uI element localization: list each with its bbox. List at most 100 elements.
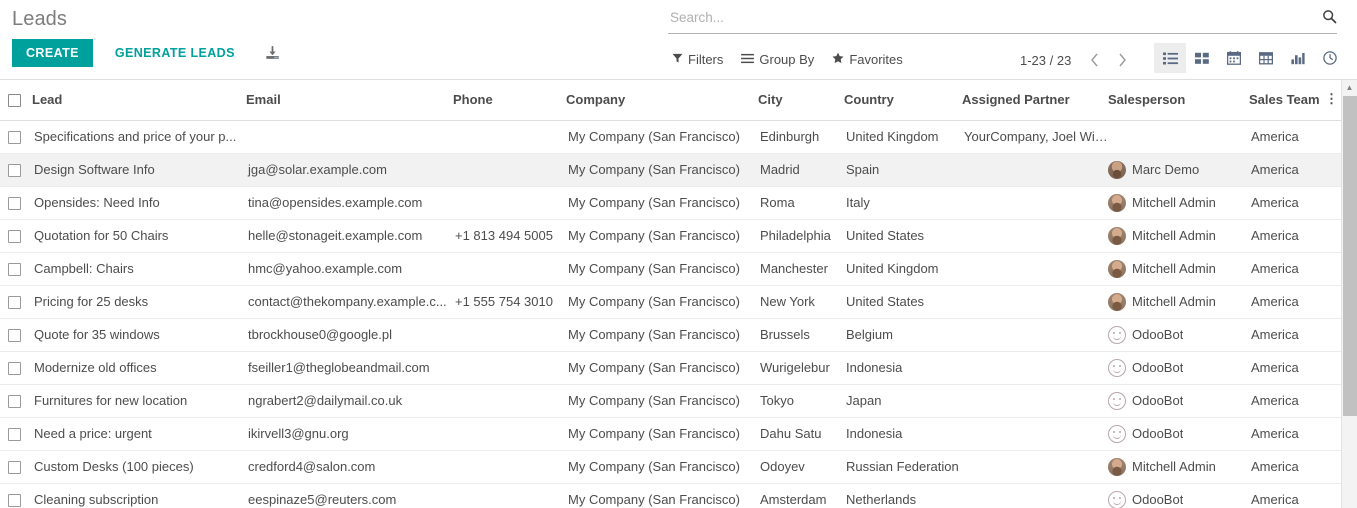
row-checkbox-cell (0, 153, 32, 187)
control-panel-right: Filters Group By (668, 0, 1357, 75)
select-all-checkbox[interactable] (8, 93, 21, 107)
cell-phone (453, 417, 566, 451)
row-checkbox-cell (0, 219, 32, 253)
salesperson-wrap: Mitchell Admin (1108, 292, 1249, 311)
column-header-lead[interactable]: Lead (32, 80, 246, 121)
scrollbar-thumb[interactable] (1343, 96, 1357, 416)
vertical-scrollbar[interactable]: ▲ (1341, 80, 1357, 508)
row-checkbox[interactable] (8, 494, 21, 508)
pager-previous-button[interactable] (1081, 47, 1107, 73)
list-view-icon[interactable] (1154, 43, 1186, 73)
table-row[interactable]: Campbell: Chairs hmc@yahoo.example.com My … (0, 252, 1341, 286)
table-row[interactable]: Pricing for 25 desks contact@thekompany.e… (0, 285, 1341, 319)
salesperson-wrap: Marc Demo (1108, 160, 1249, 179)
column-header-phone[interactable]: Phone (453, 80, 566, 121)
download-icon[interactable] (263, 43, 283, 63)
vertical-dots-icon[interactable]: ⋮ (1325, 80, 1341, 121)
pager: 1-23 / 23 (1020, 45, 1135, 75)
cell-company: My Company (San Francisco) (566, 318, 758, 352)
salesperson-wrap: OdooBot (1108, 490, 1249, 508)
row-checkbox[interactable] (8, 296, 21, 310)
cell-country-text: Netherlands (846, 492, 917, 507)
column-header-sales-team[interactable]: Sales Team (1249, 80, 1325, 121)
table-row[interactable]: Cleaning subscription eespinaze5@reuters.… (0, 483, 1341, 508)
favorites-menu[interactable]: Favorites (832, 52, 903, 68)
row-checkbox[interactable] (8, 428, 21, 442)
cell-city: Roma (758, 186, 844, 220)
cell-salesperson (1108, 120, 1249, 154)
cell-email-text: eespinaze5@reuters.com (248, 492, 397, 507)
pager-next-button[interactable] (1109, 47, 1135, 73)
column-header-city[interactable]: City (758, 80, 844, 121)
column-header-assigned-partner[interactable]: Assigned Partner (962, 80, 1108, 121)
row-checkbox-cell (0, 186, 32, 220)
row-checkbox[interactable] (8, 362, 21, 376)
cell-spacer (1325, 186, 1341, 220)
cell-lead: Pricing for 25 desks (32, 285, 246, 319)
row-checkbox[interactable] (8, 131, 21, 145)
salesperson-name: OdooBot (1132, 392, 1184, 408)
table-row[interactable]: Design Software Info jga@solar.example.co… (0, 153, 1341, 187)
cell-lead: Specifications and price of your p... (32, 120, 246, 154)
search-icon[interactable] (1316, 9, 1337, 31)
search-bar[interactable] (668, 6, 1337, 34)
cell-email: helle@stonageit.example.com (246, 219, 453, 253)
column-header-salesperson[interactable]: Salesperson (1108, 80, 1249, 121)
cell-assigned-partner-text: YourCompany, Joel Willis (964, 129, 1108, 144)
cell-email-text: ngrabert2@dailymail.co.uk (248, 393, 403, 408)
cell-email-text: contact@thekompany.example.c... (248, 294, 447, 309)
row-checkbox-cell (0, 120, 32, 154)
row-checkbox[interactable] (8, 197, 21, 211)
cell-salesperson: Mitchell Admin (1108, 252, 1249, 286)
table-row[interactable]: Specifications and price of your p... My … (0, 120, 1341, 154)
cell-spacer (1325, 252, 1341, 286)
table-row[interactable]: Furnitures for new location ngrabert2@dai… (0, 384, 1341, 418)
row-checkbox[interactable] (8, 230, 21, 244)
cell-email: eespinaze5@reuters.com (246, 483, 453, 508)
cell-lead-text: Need a price: urgent (34, 426, 152, 441)
cell-country-text: Indonesia (846, 360, 903, 375)
row-checkbox[interactable] (8, 461, 21, 475)
cell-email-text: hmc@yahoo.example.com (248, 261, 403, 276)
group-by-menu[interactable]: Group By (741, 52, 814, 68)
row-checkbox-cell (0, 483, 32, 508)
table-row[interactable]: Quotation for 50 Chairs helle@stonageit.e… (0, 219, 1341, 253)
column-header-company[interactable]: Company (566, 80, 758, 121)
column-header-email[interactable]: Email (246, 80, 453, 121)
cell-company-text: My Company (San Francisco) (568, 393, 740, 408)
cell-city: Tokyo (758, 384, 844, 418)
table-row[interactable]: Need a price: urgent ikirvell3@gnu.org My … (0, 417, 1341, 451)
pivot-view-icon[interactable] (1250, 43, 1282, 73)
row-checkbox[interactable] (8, 395, 21, 409)
cell-country-text: Spain (846, 162, 880, 177)
search-input[interactable] (668, 7, 1316, 32)
scroll-up-arrow[interactable]: ▲ (1342, 80, 1357, 95)
cell-salesperson: OdooBot (1108, 384, 1249, 418)
avatar (1108, 160, 1126, 179)
clock-view-icon[interactable] (1314, 43, 1346, 73)
kanban-view-icon[interactable] (1186, 43, 1218, 73)
cell-company-text: My Company (San Francisco) (568, 129, 740, 144)
column-header-country[interactable]: Country (844, 80, 962, 121)
cell-sales-team: America (1249, 318, 1325, 352)
select-all-header (0, 80, 32, 121)
cell-lead-text: Design Software Info (34, 162, 155, 177)
row-checkbox[interactable] (8, 329, 21, 343)
create-button[interactable]: CREATE (12, 39, 93, 67)
cell-assigned-partner (962, 285, 1108, 319)
filters-menu[interactable]: Filters (672, 52, 723, 68)
table-row[interactable]: Opensides: Need Info tina@opensides.examp… (0, 186, 1341, 220)
cell-spacer (1325, 219, 1341, 253)
table-row[interactable]: Custom Desks (100 pieces) credford4@salon… (0, 450, 1341, 484)
row-checkbox[interactable] (8, 263, 21, 277)
cell-city: Amsterdam (758, 483, 844, 508)
table-row[interactable]: Quote for 35 windows tbrockhouse0@google.… (0, 318, 1341, 352)
calendar-view-icon[interactable] (1218, 43, 1250, 73)
star-icon (832, 52, 844, 68)
generate-leads-button[interactable]: GENERATE LEADS (103, 39, 247, 67)
cell-company-text: My Company (San Francisco) (568, 327, 740, 342)
table-row[interactable]: Modernize old offices fseiller1@theglobea… (0, 351, 1341, 385)
cell-lead: Quote for 35 windows (32, 318, 246, 352)
graph-view-icon[interactable] (1282, 43, 1314, 73)
row-checkbox[interactable] (8, 164, 21, 178)
